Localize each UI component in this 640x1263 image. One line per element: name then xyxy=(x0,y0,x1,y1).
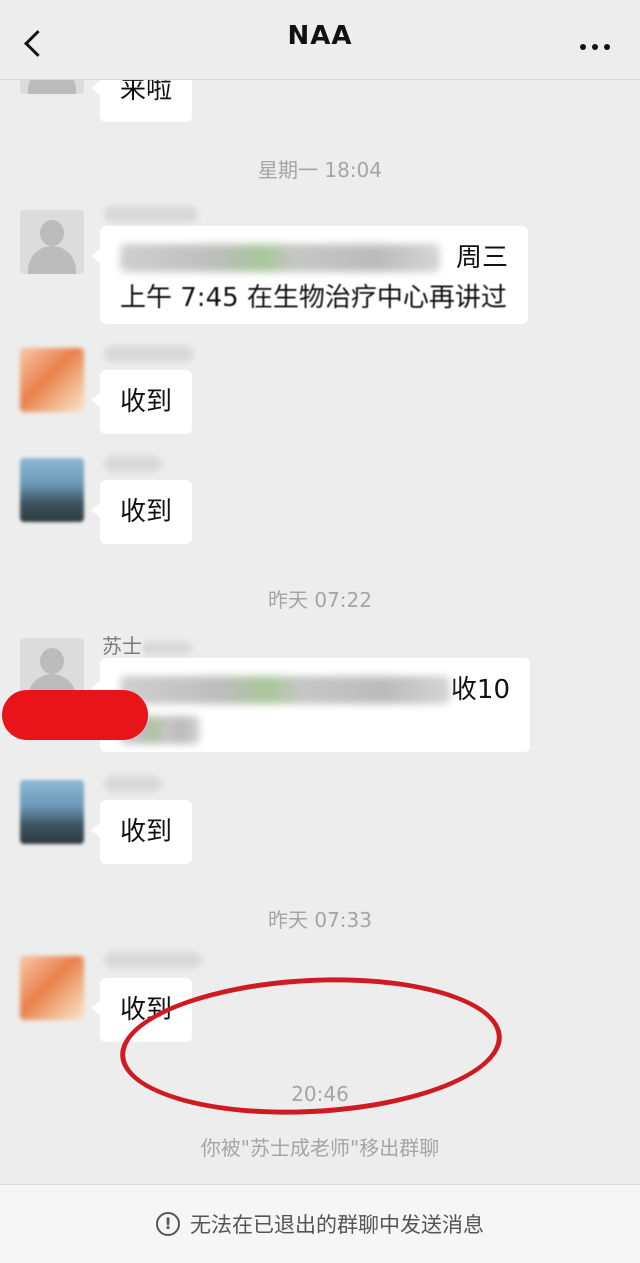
sender-name-blurred xyxy=(104,952,202,968)
message-text: 收10 xyxy=(450,675,510,705)
message-text: 上午 7:45 在生物治疗中心再讲过 xyxy=(120,283,507,313)
sender-name-blurred xyxy=(104,346,194,362)
avatar[interactable] xyxy=(20,80,84,94)
message-text: 收到 xyxy=(120,497,173,527)
blurred-text xyxy=(120,244,440,272)
blurred-text xyxy=(120,676,450,704)
message-text: 收到 xyxy=(120,387,173,417)
avatar[interactable] xyxy=(20,210,84,274)
message-text: 收到 xyxy=(120,817,173,847)
avatar[interactable] xyxy=(20,780,84,844)
info-icon: ! xyxy=(156,1212,180,1236)
message-bubble[interactable]: 来啦 xyxy=(90,80,193,122)
message-text: 周三 xyxy=(455,243,508,273)
message-bubble[interactable]: 周三 上午 7:45 在生物治疗中心再讲过 xyxy=(91,226,528,324)
chat-header: NAA xyxy=(0,0,640,80)
sender-name-blurred xyxy=(104,206,198,222)
chat-title: NAA xyxy=(287,20,353,51)
avatar[interactable] xyxy=(20,956,84,1020)
timestamp: 昨天 07:33 xyxy=(268,908,372,932)
message-bubble[interactable]: 收到 xyxy=(90,800,193,864)
more-options-icon[interactable] xyxy=(580,44,610,50)
input-disabled-bar: ! 无法在已退出的群聊中发送消息 xyxy=(0,1184,640,1263)
message-bubble[interactable]: 收到 xyxy=(90,370,193,434)
avatar[interactable] xyxy=(20,458,84,522)
sender-name-blurred xyxy=(104,456,162,472)
sender-name-blurred xyxy=(104,776,162,792)
removed-from-group-notice: 你被"苏士成老师"移出群聊 xyxy=(200,1136,440,1160)
back-arrow-icon[interactable] xyxy=(22,30,44,56)
red-redaction-mark xyxy=(2,690,148,740)
chat-screen: NAA 来啦 星期一 18:04 周三 上午 7:45 在生物治疗中心再讲过 收… xyxy=(0,0,640,1263)
cannot-send-notice: 无法在已退出的群聊中发送消息 xyxy=(190,1213,484,1237)
avatar[interactable] xyxy=(20,348,84,412)
message-text: 来啦 xyxy=(120,80,173,105)
message-bubble[interactable]: 收10 xyxy=(91,658,530,752)
timestamp: 昨天 07:22 xyxy=(268,588,372,612)
timestamp: 星期一 18:04 xyxy=(258,158,382,182)
sender-name: 苏士 xyxy=(102,630,192,659)
message-bubble[interactable]: 收到 xyxy=(90,480,193,544)
